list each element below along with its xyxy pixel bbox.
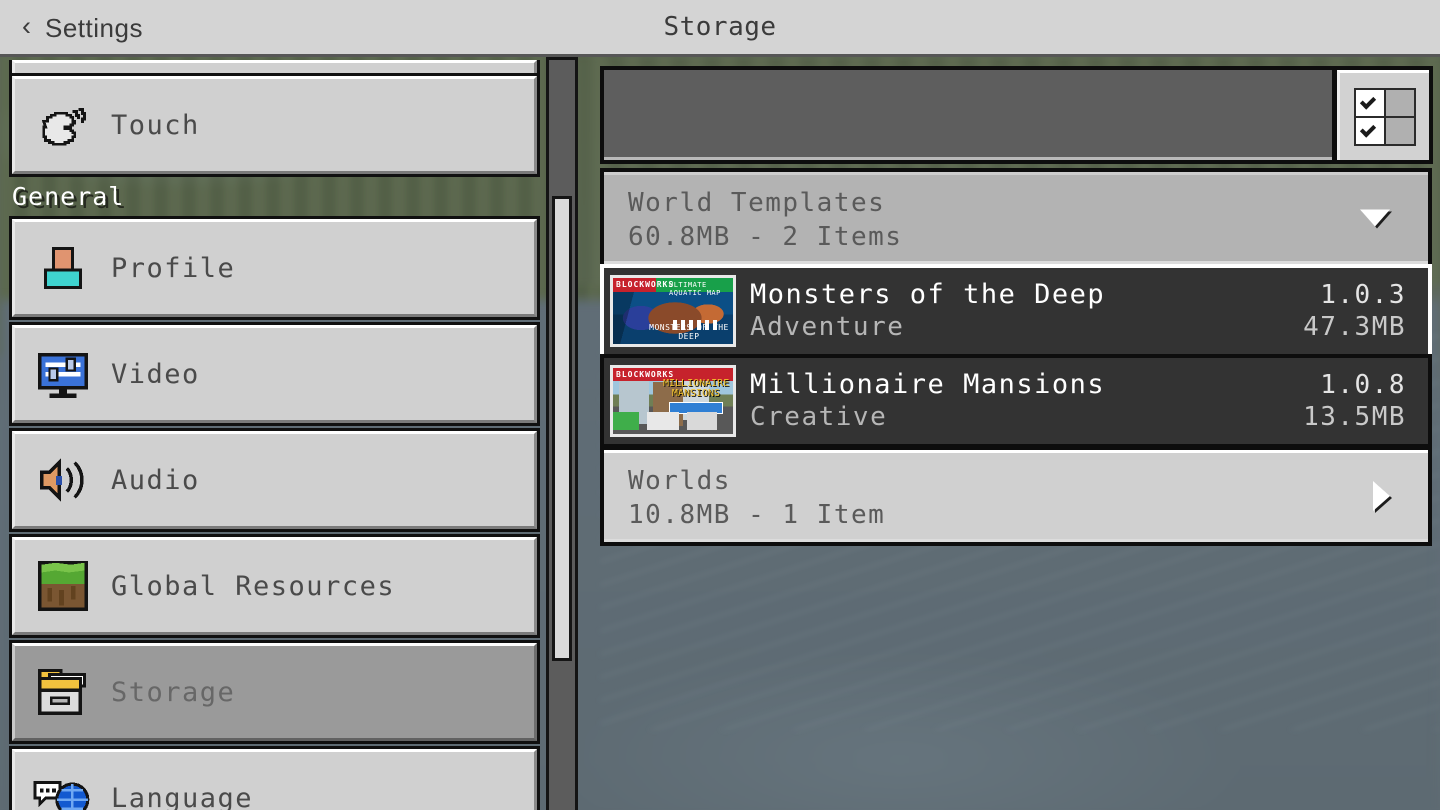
item-meta: Millionaire Mansions Creative xyxy=(750,369,1303,433)
profile-person-icon xyxy=(15,237,111,299)
item-size: 13.5MB xyxy=(1303,402,1406,432)
storage-usage-bar xyxy=(600,66,1336,164)
item-version: 1.0.3 xyxy=(1320,280,1406,310)
page-title: Storage xyxy=(663,12,777,42)
sidebar-item-label: Storage xyxy=(111,676,236,708)
thumb-badge: MONSTERS OF THE DEEP xyxy=(649,323,729,341)
item-name: Monsters of the Deep xyxy=(750,279,1106,310)
grass-block-icon xyxy=(15,555,111,617)
chevron-right-icon xyxy=(1373,481,1390,511)
select-all-grid-icon xyxy=(1353,87,1416,146)
audio-speaker-icon xyxy=(15,449,111,511)
category-row-world-templates[interactable]: World Templates 60.8MB - 2 Items xyxy=(600,168,1432,268)
sidebar-row-partial[interactable] xyxy=(9,60,540,76)
touch-hand-icon xyxy=(15,94,111,156)
sidebar-item-profile[interactable]: Profile xyxy=(9,216,540,320)
chevron-down-icon xyxy=(1360,209,1390,227)
globe-chat-icon xyxy=(15,767,111,810)
sidebar-item-audio[interactable]: Audio xyxy=(9,428,540,532)
item-numbers: 1.0.3 47.3MB xyxy=(1303,279,1428,343)
settings-sidebar: Touch General Profile Video Audio Global… xyxy=(0,60,547,810)
sidebar-item-label: Audio xyxy=(111,464,200,496)
sidebar-item-partial-top[interactable] xyxy=(0,60,547,76)
top-header-bar: ‹ Settings Storage xyxy=(0,0,1440,57)
sidebar-item-label: Profile xyxy=(111,252,236,284)
category-row-worlds[interactable]: Worlds 10.8MB - 1 Item xyxy=(600,446,1432,546)
file-folder-icon xyxy=(15,661,111,723)
item-type: Creative xyxy=(750,402,888,432)
sidebar-item-touch[interactable]: Touch xyxy=(9,73,540,177)
select-all-button[interactable] xyxy=(1333,66,1433,164)
sidebar-item-label: Global Resources xyxy=(111,570,396,602)
storage-item-row[interactable]: BLOCKWORKS MILLIONAIRE MANSIONS Milliona… xyxy=(600,354,1432,448)
sidebar-scrollbar-thumb[interactable] xyxy=(552,196,572,661)
sidebar-item-video[interactable]: Video xyxy=(9,322,540,426)
thumb-banner: ULTIMATE AQUATIC MAP xyxy=(669,281,721,297)
item-thumbnail: BLOCKWORKS ULTIMATE AQUATIC MAP MONSTERS … xyxy=(610,275,736,347)
item-version: 1.0.8 xyxy=(1320,370,1406,400)
storage-item-row[interactable]: BLOCKWORKS ULTIMATE AQUATIC MAP MONSTERS … xyxy=(600,264,1432,358)
thumb-brand: BLOCKWORKS xyxy=(616,280,675,289)
thumb-badge: MILLIONAIRE MANSIONS xyxy=(663,378,730,399)
category-title: Worlds xyxy=(628,466,731,496)
sidebar-item-global-resources[interactable]: Global Resources xyxy=(9,534,540,638)
sidebar-group-label: General xyxy=(12,182,125,211)
item-numbers: 1.0.8 13.5MB xyxy=(1303,369,1428,433)
sidebar-item-storage[interactable]: Storage xyxy=(9,640,540,744)
sidebar-item-label: Touch xyxy=(111,109,200,141)
item-thumbnail: BLOCKWORKS MILLIONAIRE MANSIONS xyxy=(610,365,736,437)
category-meta: 60.8MB - 2 Items xyxy=(628,222,903,252)
sidebar-item-label: Video xyxy=(111,358,200,390)
video-monitor-icon xyxy=(15,343,111,405)
item-type: Adventure xyxy=(750,312,905,342)
sidebar-item-label: Language xyxy=(111,782,254,810)
sidebar-item-language[interactable]: Language xyxy=(9,746,540,810)
item-size: 47.3MB xyxy=(1303,312,1406,342)
category-meta: 10.8MB - 1 Item xyxy=(628,500,886,530)
category-title: World Templates xyxy=(628,188,886,218)
item-meta: Monsters of the Deep Adventure xyxy=(750,279,1303,343)
item-name: Millionaire Mansions xyxy=(750,369,1106,400)
storage-main-panel: World Templates 60.8MB - 2 Items BLOCKWO… xyxy=(600,60,1440,810)
